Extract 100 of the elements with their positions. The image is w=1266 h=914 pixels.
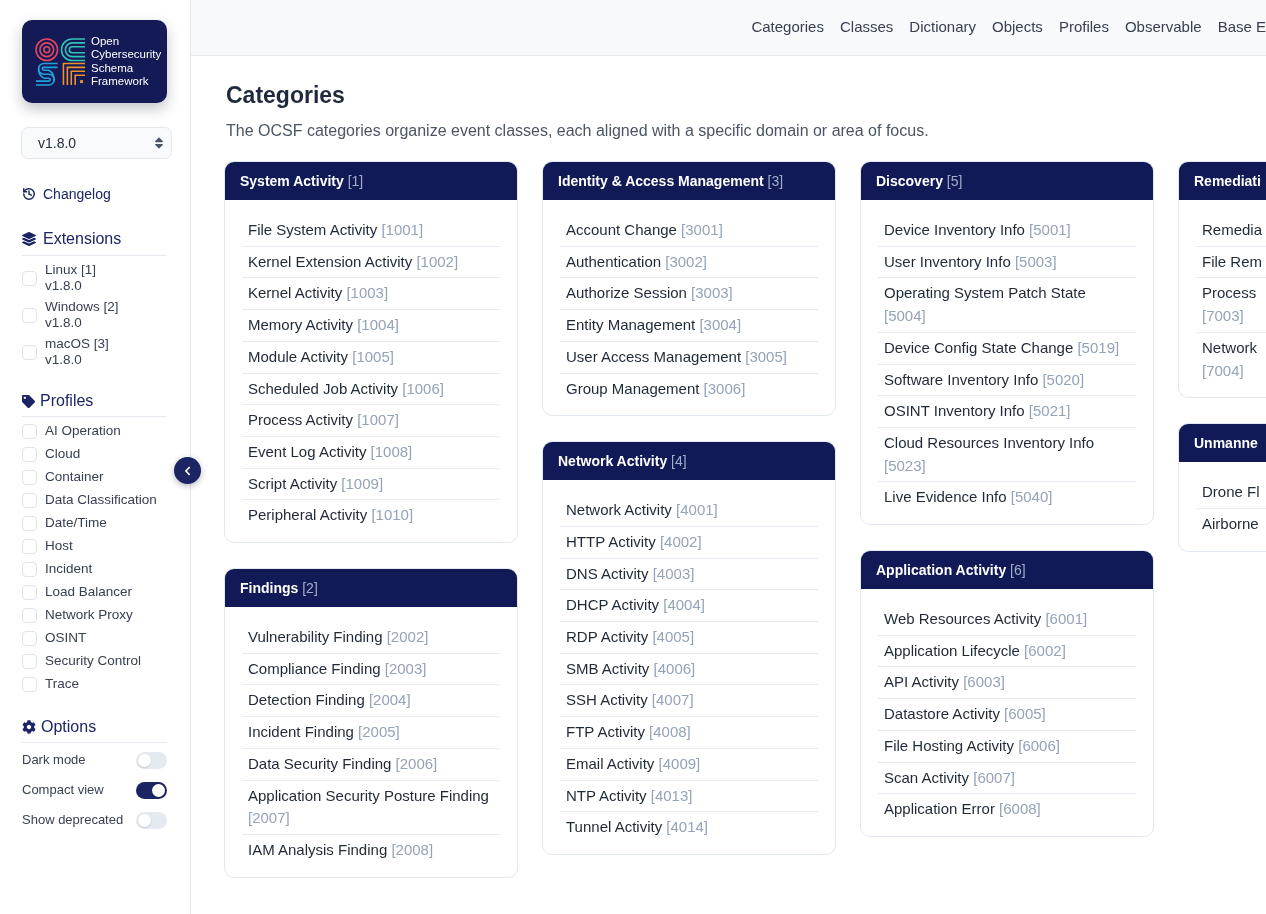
class-link[interactable]: Network [7004] [1196,332,1266,387]
profile-label: Security Control [45,652,142,671]
class-link[interactable]: File Hosting Activity [6006] [878,730,1136,763]
checkbox[interactable] [22,654,37,669]
checkbox[interactable] [22,307,37,323]
class-link[interactable]: FTP Activity [4008] [560,717,818,749]
toggle-switch[interactable] [136,751,167,769]
class-link[interactable]: Email Activity [4009] [560,748,818,781]
class-link[interactable]: Application Lifecycle [6002] [878,635,1136,668]
category-link[interactable]: Unmanne [1194,432,1258,454]
class-link[interactable]: User Inventory Info [5003] [878,246,1136,279]
class-link[interactable]: Kernel Activity [1003] [242,278,500,311]
class-link[interactable]: RDP Activity [4005] [560,622,818,654]
class-link[interactable]: Account Change [3001] [560,215,818,247]
class-link[interactable]: Live Evidence Info [5040] [878,482,1136,514]
profile-label: Incident [45,560,93,579]
class-link[interactable]: SSH Activity [4007] [560,685,818,718]
class-link[interactable]: Tunnel Activity [4014] [560,812,818,843]
collapse-sidebar-button[interactable] [174,457,201,484]
layers-icon [22,232,36,246]
nav-link[interactable]: Profiles [1058,16,1109,39]
nav-link[interactable]: Observable [1124,16,1202,39]
class-link[interactable]: Remedia [1196,215,1266,247]
class-link[interactable]: Detection Finding [2004] [242,685,500,718]
class-link[interactable]: Scan Activity [6007] [878,762,1136,795]
class-link[interactable]: Network Activity [4001] [560,495,818,527]
checkbox[interactable] [22,631,37,646]
changelog-link[interactable]: Changelog [22,184,111,204]
class-link[interactable]: Authentication [3002] [560,246,818,279]
checkbox[interactable] [22,585,37,600]
class-link[interactable]: Cloud Resources Inventory Info [5023] [878,427,1136,483]
checkbox[interactable] [22,677,37,692]
class-link[interactable]: Software Inventory Info [5020] [878,364,1136,397]
class-link[interactable]: SMB Activity [4006] [560,653,818,686]
class-link[interactable]: Datastore Activity [6005] [878,699,1136,731]
class-link[interactable]: Process [7003] [1196,278,1266,333]
extension-name: Linux [1] [45,262,97,278]
class-link[interactable]: Event Log Activity [1008] [242,436,500,469]
checkbox[interactable] [22,344,37,360]
category-link[interactable]: Findings [2] [240,577,318,599]
version-select[interactable]: v1.8.0 [21,127,172,159]
category-link[interactable]: Network Activity [4] [558,450,687,472]
checkbox[interactable] [22,424,37,439]
nav-link[interactable]: Objects [992,16,1043,39]
checkbox[interactable] [22,270,37,286]
class-link[interactable]: Data Security Finding [2006] [242,748,500,781]
nav-link[interactable]: Categories [751,16,824,39]
nav-link[interactable]: Dictionary [909,16,976,39]
class-link[interactable]: Device Inventory Info [5001] [878,215,1136,247]
class-link[interactable]: Compliance Finding [2003] [242,653,500,686]
class-link[interactable]: Vulnerability Finding [2002] [242,622,500,654]
class-link[interactable]: File Rem [1196,246,1266,279]
category-link[interactable]: Remediati [1194,170,1261,192]
class-link[interactable]: Group Management [3006] [560,373,818,405]
category-link[interactable]: System Activity [1] [240,170,364,192]
checkbox[interactable] [22,447,37,462]
checkbox[interactable] [22,493,37,508]
class-link[interactable]: Web Resources Activity [6001] [878,604,1136,636]
class-link[interactable]: OSINT Inventory Info [5021] [878,396,1136,428]
class-link[interactable]: Kernel Extension Activity [1002] [242,246,500,279]
class-link[interactable]: Module Activity [1005] [242,341,500,374]
class-link[interactable]: Drone Fl [1196,477,1266,509]
class-link[interactable]: Application Error [6008] [878,794,1136,825]
logo-icon [35,37,86,86]
class-link[interactable]: Entity Management [3004] [560,310,818,342]
toggle-switch[interactable] [136,811,167,829]
checkbox[interactable] [22,608,37,623]
class-link[interactable]: Incident Finding [2005] [242,717,500,749]
logo-card[interactable]: Open Cybersecurity Schema Framework [22,20,167,103]
class-link[interactable]: DHCP Activity [4004] [560,590,818,623]
class-link[interactable]: Device Config State Change [5019] [878,332,1136,365]
class-link[interactable]: Airborne [1196,508,1266,540]
class-link[interactable]: IAM Analysis Finding [2008] [242,834,500,866]
checkbox[interactable] [22,516,37,531]
class-link[interactable]: Authorize Session [3003] [560,278,818,311]
class-link[interactable]: Peripheral Activity [1010] [242,500,500,532]
checkbox[interactable] [22,562,37,577]
category-link[interactable]: Discovery [5] [876,170,963,192]
category-link[interactable]: Identity & Access Management [3] [558,170,784,192]
class-link[interactable]: DNS Activity [4003] [560,558,818,591]
class-link[interactable]: File System Activity [1001] [242,215,500,247]
class-link[interactable]: Process Activity [1007] [242,405,500,437]
checkbox[interactable] [22,539,37,554]
class-link[interactable]: HTTP Activity [4002] [560,526,818,559]
nav-link[interactable]: Base E [1217,16,1266,39]
page-title: Categories [225,81,346,110]
class-link[interactable]: Memory Activity [1004] [242,310,500,342]
extension-version: v1.8.0 [45,352,83,368]
class-link[interactable]: NTP Activity [4013] [560,780,818,813]
class-link[interactable]: Scheduled Job Activity [1006] [242,373,500,406]
checkbox[interactable] [22,470,37,485]
class-link[interactable]: Application Security Posture Finding [2007] [242,780,500,835]
nav-link[interactable]: Classes [839,16,894,39]
class-link[interactable]: API Activity [6003] [878,667,1136,700]
profile-label: OSINT [45,629,87,648]
class-link[interactable]: Script Activity [1009] [242,468,500,501]
class-link[interactable]: Operating System Patch State [5004] [878,278,1136,333]
class-link[interactable]: User Access Management [3005] [560,341,818,374]
category-link[interactable]: Application Activity [6] [876,559,1026,581]
toggle-switch[interactable] [136,781,167,799]
